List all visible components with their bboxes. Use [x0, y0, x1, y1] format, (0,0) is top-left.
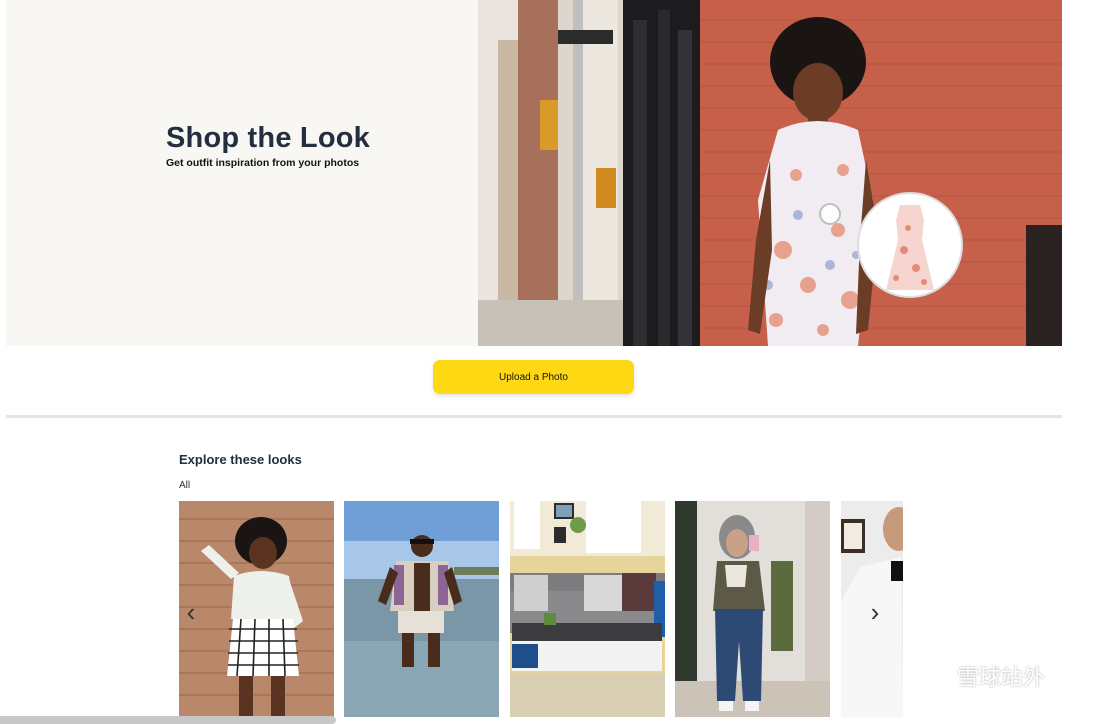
- carousel-prev-icon[interactable]: ‹: [180, 596, 202, 628]
- horizontal-scrollbar[interactable]: [0, 716, 336, 724]
- look-card-woman-brick-wall[interactable]: [179, 501, 334, 717]
- look-card-mirror-selfie[interactable]: [675, 501, 830, 717]
- wechat-icon: [906, 661, 949, 691]
- look-card-man-sea[interactable]: [344, 501, 499, 717]
- explore-heading: Explore these looks: [179, 452, 302, 467]
- look-image: [344, 501, 499, 717]
- carousel-next-icon[interactable]: ›: [864, 596, 886, 628]
- hero-banner: Shop the Look Get outfit inspiration fro…: [6, 0, 1062, 346]
- watermark: 雪球站外: [905, 660, 1045, 692]
- filter-all[interactable]: All: [179, 480, 190, 491]
- looks-carousel: [179, 501, 903, 717]
- upload-photo-button[interactable]: Upload a Photo: [433, 360, 634, 394]
- look-image: [675, 501, 830, 717]
- look-image: [510, 501, 665, 717]
- look-card-living-room[interactable]: [510, 501, 665, 717]
- watermark-text: 雪球站外: [957, 666, 1046, 691]
- hero-title: Shop the Look: [166, 122, 370, 154]
- hero-image: [478, 0, 1062, 346]
- section-divider: [6, 415, 1062, 418]
- hero-subtitle: Get outfit inspiration from your photos: [166, 157, 360, 169]
- look-image: [179, 501, 334, 717]
